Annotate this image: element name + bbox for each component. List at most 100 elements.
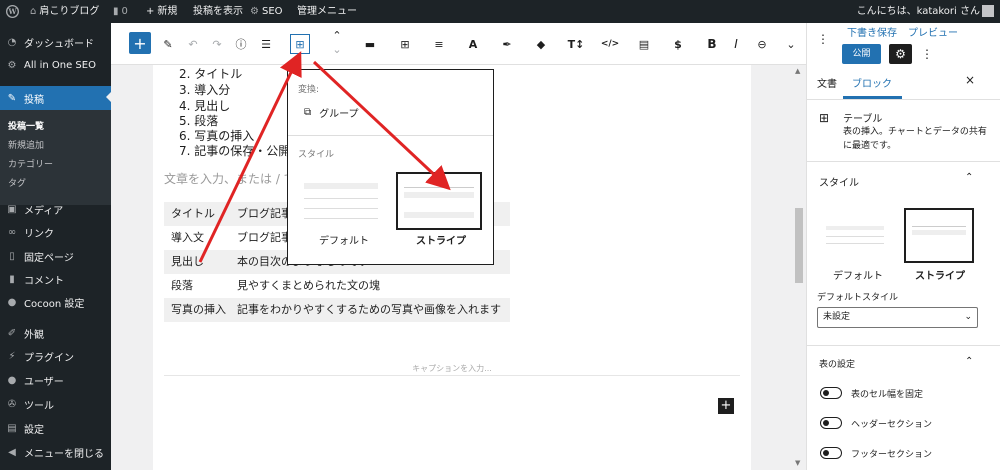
tab-document[interactable]: 文書	[817, 75, 837, 90]
table-row[interactable]: 段落 見やすくまとめられた文の塊	[164, 274, 510, 298]
comments-link[interactable]: ▮ 0	[113, 0, 128, 23]
style-preview-stripe[interactable]	[396, 172, 482, 230]
file-button[interactable]: ▤	[634, 34, 654, 54]
chevron-up-icon[interactable]: ⌃	[965, 172, 973, 183]
tag-button[interactable]: ◆	[531, 34, 551, 54]
avatar[interactable]	[982, 5, 994, 17]
gear-icon: ⚙	[895, 47, 906, 61]
scroll-down-icon[interactable]: ▼	[795, 459, 800, 467]
italic-button[interactable]: I	[726, 34, 746, 54]
home-icon: ⌂	[30, 6, 37, 17]
edit-tool-button[interactable]: ✎	[158, 34, 178, 54]
table-cell[interactable]: タイトル	[164, 202, 237, 226]
submenu-all-posts[interactable]: 投稿一覧	[8, 119, 44, 132]
chevron-up-icon[interactable]: ⌃	[965, 356, 973, 367]
add-block-button[interactable]: +	[129, 32, 151, 54]
sidebar-item-dashboard[interactable]: ◔ ダッシュボード	[0, 31, 111, 53]
move-up-button[interactable]: ⌃	[327, 29, 347, 42]
table-block-switcher[interactable]: ⊞	[290, 34, 310, 54]
bold-button[interactable]: B	[702, 34, 722, 54]
currency-button[interactable]: $	[668, 34, 688, 54]
sidebar-item-all-in-one-seo[interactable]: ⚙ All in One SEO	[0, 54, 111, 76]
outline-button[interactable]: ☰	[256, 34, 276, 54]
style-thumb-default[interactable]	[819, 223, 891, 249]
font-size-button[interactable]: T↕	[566, 34, 586, 54]
preview-button[interactable]: プレビュー	[908, 24, 958, 39]
style-thumb-stripe[interactable]	[904, 208, 974, 263]
fixed-width-toggle[interactable]	[820, 387, 842, 399]
link-icon: ⊖	[757, 37, 767, 51]
posts-submenu: 投稿一覧 新規追加 カテゴリー タグ	[0, 110, 111, 205]
table-cell[interactable]: 記事をわかりやすくするための写真や画像を入れます	[237, 298, 510, 322]
italic-icon: I	[734, 37, 738, 51]
sidebar-item-comments[interactable]: ▮ コメント	[0, 268, 111, 290]
plus-icon: +	[720, 398, 732, 413]
seo-menu-link[interactable]: ⚙ SEO	[250, 0, 283, 23]
pin-icon: ✎	[7, 92, 17, 104]
undo-button[interactable]: ↶	[183, 34, 203, 54]
options-menu-icon[interactable]: ⋮	[921, 47, 933, 61]
sidebar-item-plugins[interactable]: ⚡ プラグイン	[0, 345, 111, 367]
canvas-scrollbar[interactable]: ▲ ▼	[792, 65, 806, 470]
view-post-link[interactable]: 投稿を表示	[193, 0, 243, 23]
more-formatting-button[interactable]: ⌄	[781, 34, 801, 54]
sidebar-item-tools[interactable]: ✇ ツール	[0, 393, 111, 415]
sidebar-item-pages[interactable]: ▯ 固定ページ	[0, 245, 111, 267]
table-settings-title[interactable]: 表の設定	[819, 357, 855, 370]
list-item[interactable]: 3. 導入分	[179, 81, 230, 98]
move-down-button[interactable]: ⌄	[327, 43, 347, 56]
sidebar-item-posts[interactable]: ✎ 投稿	[0, 86, 111, 110]
wrench-icon: ✇	[7, 398, 17, 410]
wordpress-logo-icon[interactable]: W	[6, 0, 19, 23]
transform-to-group-option[interactable]: ⧉ グループ	[304, 105, 359, 120]
table-cell[interactable]: 導入文	[164, 226, 237, 250]
scroll-thumb[interactable]	[795, 208, 803, 283]
sidebar-item-media[interactable]: ▣ メディア	[0, 198, 111, 220]
sidebar-item-links[interactable]: ∞ リンク	[0, 221, 111, 243]
style-preview-default[interactable]	[297, 174, 385, 228]
table-cell[interactable]: 写真の挿入	[164, 298, 237, 322]
publish-button[interactable]: 公開	[842, 44, 881, 64]
submenu-tags[interactable]: タグ	[8, 176, 26, 189]
table-cell[interactable]: 段落	[164, 274, 237, 298]
default-style-select[interactable]: 未設定 ⌄	[817, 307, 978, 328]
manage-menu-link[interactable]: 管理メニュー	[297, 0, 357, 23]
text-align-button[interactable]: ≡	[429, 34, 449, 54]
more-tools-icon[interactable]: ⋮	[817, 32, 829, 46]
table-caption-input[interactable]: キャプションを入力...	[153, 363, 751, 374]
new-content-link[interactable]: + 新規	[146, 0, 177, 23]
footer-section-toggle[interactable]	[820, 447, 842, 459]
submenu-add-new[interactable]: 新規追加	[8, 138, 44, 151]
code-button[interactable]: </>	[600, 34, 620, 54]
sidebar-item-settings[interactable]: ▤ 設定	[0, 417, 111, 439]
sidebar-item-collapse-menu[interactable]: ◀ メニューを閉じる	[0, 441, 111, 463]
site-name-link[interactable]: ⌂ 肩こりブログ	[30, 0, 99, 23]
highlight-button[interactable]: ✒	[497, 34, 517, 54]
sidebar-item-users[interactable]: ● ユーザー	[0, 369, 111, 391]
link-button[interactable]: ⊖	[752, 34, 772, 54]
inline-add-block-button[interactable]: +	[718, 398, 734, 414]
list-item[interactable]: 2. タイトル	[179, 65, 242, 82]
plus-icon: +	[133, 33, 147, 53]
sidebar-item-cocoon-settings[interactable]: ● Cocoon 設定	[0, 291, 111, 313]
list-item[interactable]: 7. 記事の保存・公開	[179, 142, 290, 159]
redo-button[interactable]: ↷	[207, 34, 227, 54]
save-draft-button[interactable]: 下書き保存	[847, 24, 897, 39]
plus-icon: +	[146, 6, 155, 17]
close-icon[interactable]: ×	[965, 73, 975, 87]
table-cell[interactable]: 見やすくまとめられた文の塊	[237, 274, 510, 298]
table-cell[interactable]: 見出し	[164, 250, 237, 274]
sidebar-item-appearance[interactable]: ✐ 外観	[0, 322, 111, 344]
font-button[interactable]: A	[463, 34, 483, 54]
edit-table-button[interactable]: ⊞	[395, 34, 415, 54]
scroll-up-icon[interactable]: ▲	[795, 67, 800, 75]
tab-block[interactable]: ブロック	[852, 75, 892, 90]
header-section-toggle[interactable]	[820, 417, 842, 429]
align-button[interactable]: ▬	[360, 34, 380, 54]
account-greeting[interactable]: こんにちは、katakori さん	[857, 0, 980, 23]
settings-gear-button[interactable]: ⚙	[889, 44, 912, 64]
info-button[interactable]: ⓘ	[231, 34, 251, 54]
styles-panel-title[interactable]: スタイル	[819, 174, 859, 189]
submenu-categories[interactable]: カテゴリー	[8, 157, 53, 170]
table-row[interactable]: 写真の挿入 記事をわかりやすくするための写真や画像を入れます	[164, 298, 510, 322]
